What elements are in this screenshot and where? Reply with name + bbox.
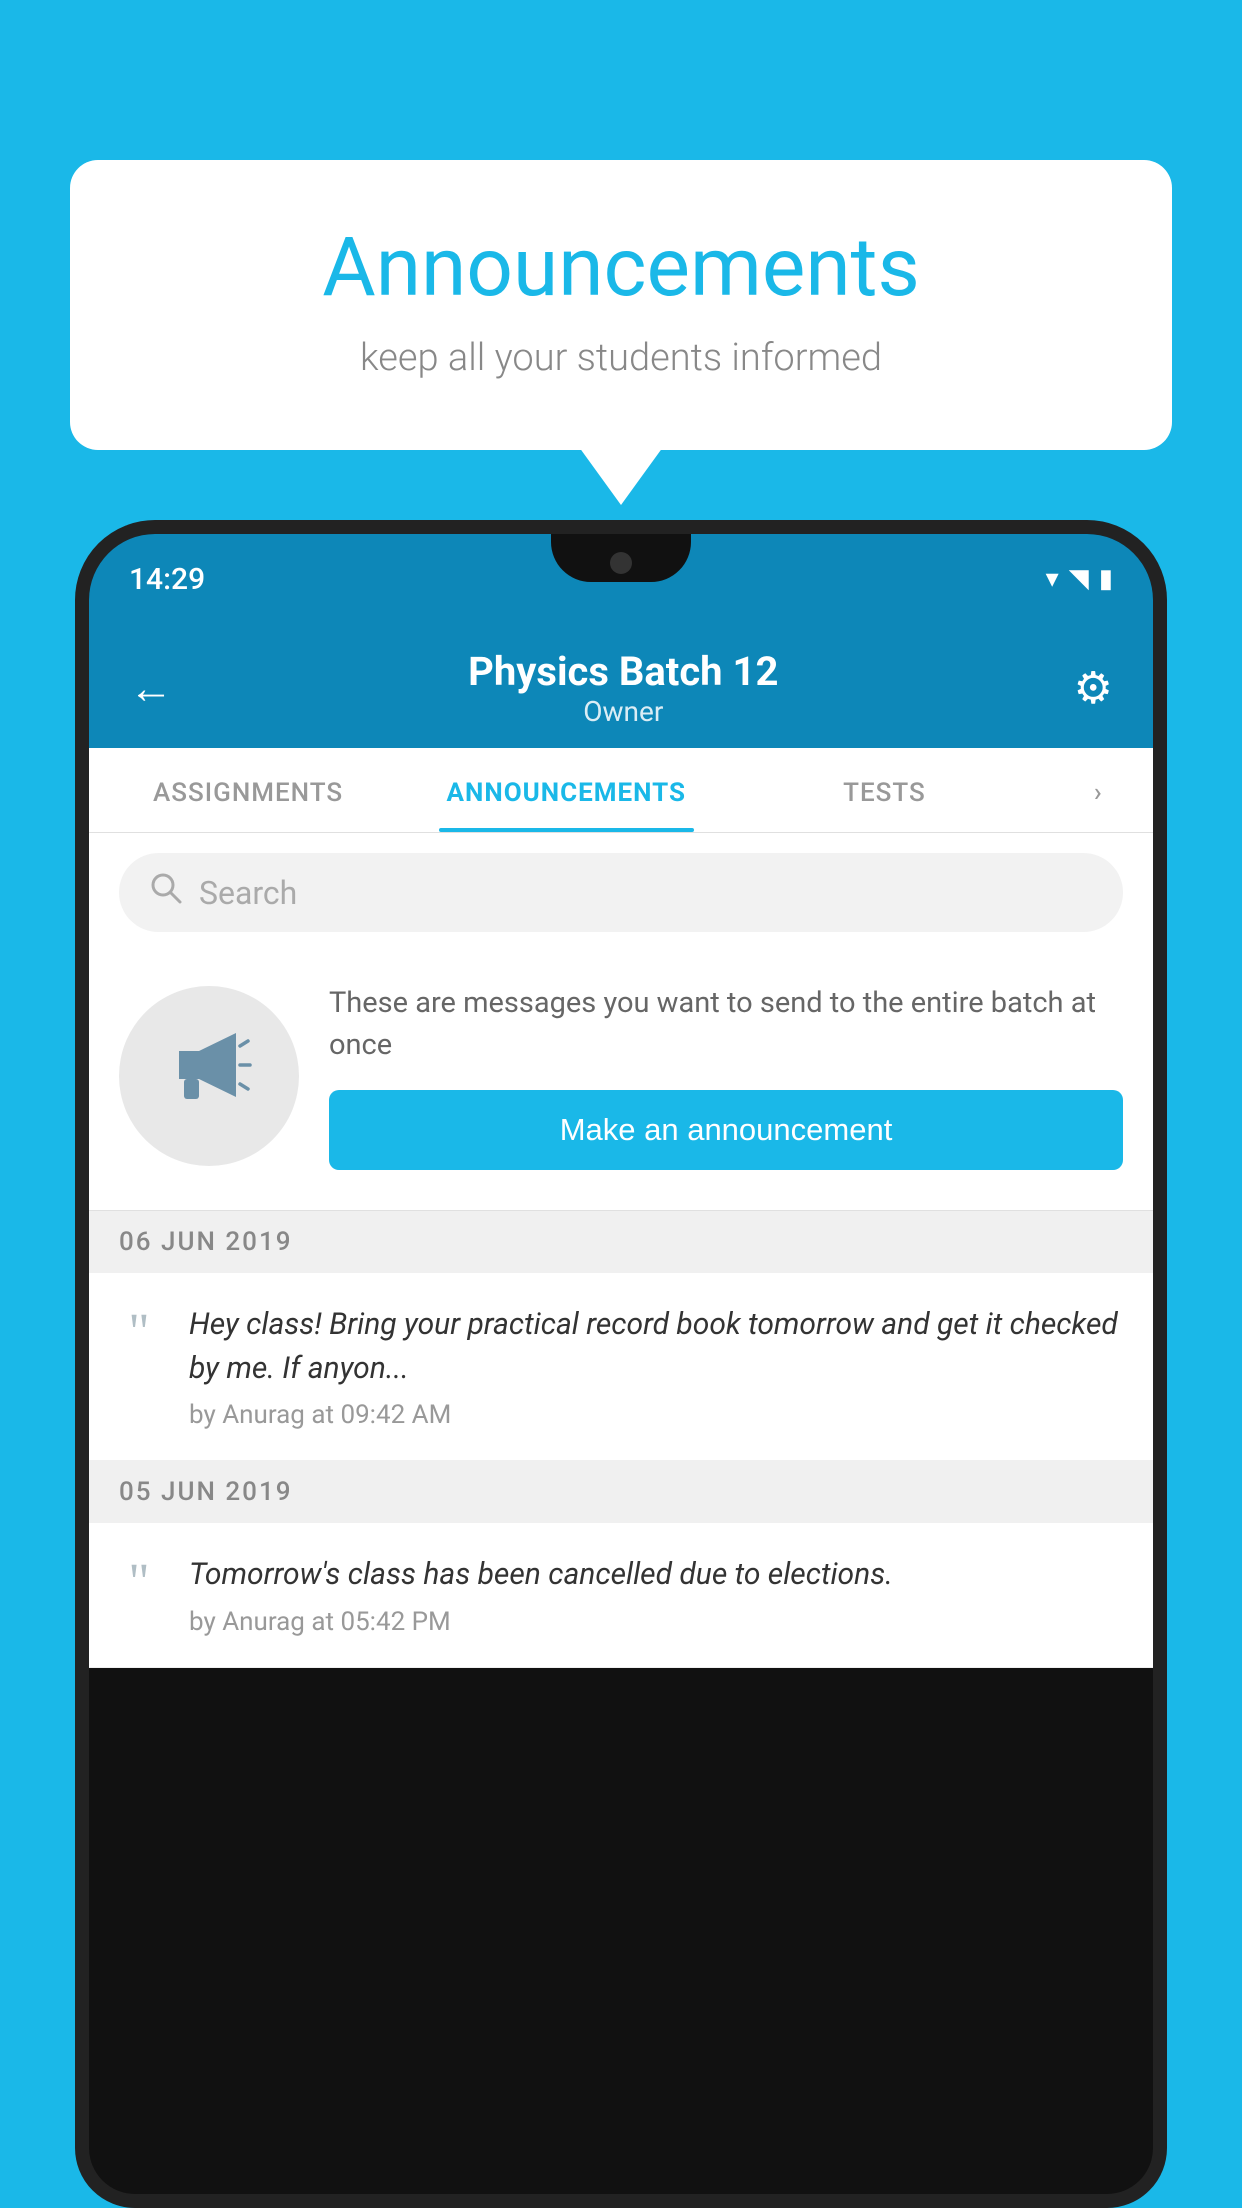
app-header: ← Physics Batch 12 Owner ⚙	[89, 624, 1153, 748]
bubble-subtitle: keep all your students informed	[120, 336, 1122, 380]
status-time: 14:29	[129, 562, 205, 597]
phone-notch	[551, 534, 691, 582]
promo-description: These are messages you want to send to t…	[329, 982, 1123, 1066]
announcement-item-1[interactable]: " Hey class! Bring your practical record…	[89, 1273, 1153, 1461]
announcement-message-2: Tomorrow's class has been cancelled due …	[189, 1553, 1123, 1597]
header-title: Physics Batch 12	[468, 648, 778, 695]
camera-dot	[610, 552, 632, 574]
promo-right: These are messages you want to send to t…	[329, 982, 1123, 1170]
announcement-text-block-2: Tomorrow's class has been cancelled due …	[189, 1553, 1123, 1637]
header-subtitle: Owner	[468, 695, 778, 728]
battery-icon: ▮	[1099, 564, 1113, 594]
tab-announcements[interactable]: ANNOUNCEMENTS	[407, 748, 725, 832]
header-center: Physics Batch 12 Owner	[468, 648, 778, 728]
announcement-meta-2: by Anurag at 05:42 PM	[189, 1607, 1123, 1637]
speech-bubble-wrapper: Announcements keep all your students inf…	[70, 160, 1172, 450]
speech-bubble: Announcements keep all your students inf…	[70, 160, 1172, 450]
tab-more[interactable]: ›	[1044, 748, 1153, 832]
make-announcement-button[interactable]: Make an announcement	[329, 1090, 1123, 1170]
date-separator-2: 05 JUN 2019	[89, 1461, 1153, 1523]
quote-icon-1: "	[109, 1307, 169, 1359]
date-separator-1: 06 JUN 2019	[89, 1211, 1153, 1273]
announcement-item-2[interactable]: " Tomorrow's class has been cancelled du…	[89, 1523, 1153, 1668]
announcement-message-1: Hey class! Bring your practical record b…	[189, 1303, 1123, 1390]
bubble-title: Announcements	[120, 220, 1122, 316]
gear-icon[interactable]: ⚙	[1074, 662, 1113, 714]
search-icon	[149, 871, 183, 914]
tabs-bar: ASSIGNMENTS ANNOUNCEMENTS TESTS ›	[89, 748, 1153, 833]
promo-icon-circle	[119, 986, 299, 1166]
tab-assignments[interactable]: ASSIGNMENTS	[89, 748, 407, 832]
search-bar[interactable]: Search	[119, 853, 1123, 932]
status-bar: 14:29 ▾ ◥ ▮	[89, 534, 1153, 624]
search-bar-wrapper: Search	[89, 833, 1153, 952]
status-icons: ▾ ◥ ▮	[1046, 564, 1113, 594]
quote-icon-2: "	[109, 1557, 169, 1609]
signal-icon: ◥	[1069, 564, 1089, 594]
megaphone-icon	[164, 1021, 254, 1131]
phone-content: Search These are messages you	[89, 833, 1153, 1668]
tab-tests[interactable]: TESTS	[725, 748, 1043, 832]
phone-frame: 14:29 ▾ ◥ ▮ ← Physics Batch 12 Owner ⚙ A…	[75, 520, 1167, 2208]
search-placeholder: Search	[199, 874, 297, 912]
announcement-text-block-1: Hey class! Bring your practical record b…	[189, 1303, 1123, 1430]
announcement-meta-1: by Anurag at 09:42 AM	[189, 1400, 1123, 1430]
promo-section: These are messages you want to send to t…	[89, 952, 1153, 1211]
wifi-icon: ▾	[1046, 564, 1059, 594]
back-button[interactable]: ←	[129, 662, 173, 714]
